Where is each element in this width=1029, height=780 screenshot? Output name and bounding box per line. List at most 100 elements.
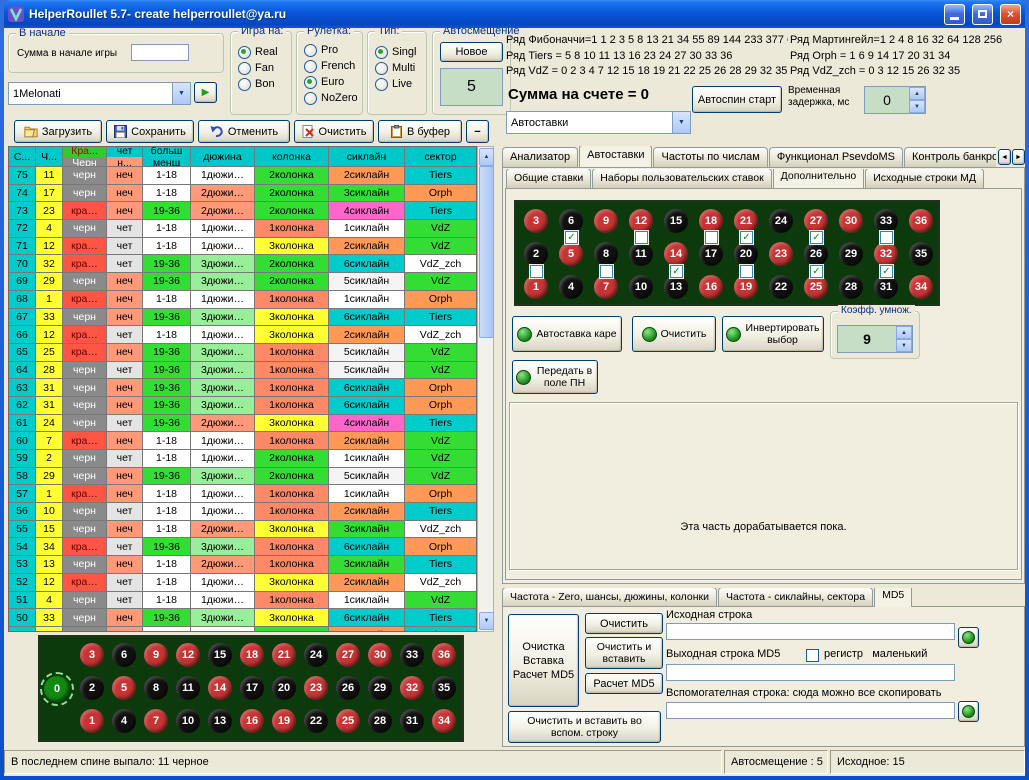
roulette-number-25[interactable]: 25 <box>804 275 828 299</box>
column-header[interactable]: сектор <box>405 147 477 167</box>
roulette-number-19[interactable]: 19 <box>734 275 758 299</box>
roulette-number-2[interactable]: 2 <box>524 242 548 266</box>
roulette-number-10[interactable]: 10 <box>176 709 200 733</box>
tab-2[interactable]: Частоты по числам <box>653 147 767 167</box>
roulette-number-17[interactable]: 17 <box>240 676 264 700</box>
tab-0[interactable]: Частота - Zero, шансы, дюжины, колонки <box>502 588 717 607</box>
number-checkbox[interactable] <box>705 231 718 244</box>
roulette-number-5[interactable]: 5 <box>112 676 136 700</box>
table-row[interactable]: 7417черннеч1-182дюжи…2колонка3сиклайнOrp… <box>9 185 476 203</box>
roulette-number-26[interactable]: 26 <box>804 242 828 266</box>
md5-aux-input[interactable] <box>666 702 955 719</box>
roulette-number-15[interactable]: 15 <box>208 643 232 667</box>
roulette-number-17[interactable]: 17 <box>699 242 723 266</box>
play-button[interactable]: ▶ <box>194 82 217 103</box>
coeff-spinbox[interactable]: 9 ▲ ▼ <box>837 325 913 353</box>
md5-aux-green-button[interactable] <box>958 701 979 722</box>
roulette-number-6[interactable]: 6 <box>112 643 136 667</box>
column-header[interactable]: четн... <box>107 147 143 167</box>
roulette-number-18[interactable]: 18 <box>240 643 264 667</box>
tab-0[interactable]: Общие ставки <box>506 169 591 188</box>
roulette-number-36[interactable]: 36 <box>432 643 456 667</box>
roulette-number-5[interactable]: 5 <box>559 242 583 266</box>
table-row[interactable]: 681кра…неч1-181дюжи…1колонка1сиклайнOrph <box>9 291 476 309</box>
minimize-button[interactable] <box>944 4 965 25</box>
roulette-number-7[interactable]: 7 <box>144 709 168 733</box>
maximize-button[interactable] <box>972 4 993 25</box>
table-row[interactable]: 5515черннеч1-182дюжи…3колонка3сиклайнVdZ… <box>9 521 476 539</box>
scrollbar-down-button[interactable]: ▼ <box>479 612 494 630</box>
scrollbar-thumb[interactable] <box>479 166 494 338</box>
table-row[interactable]: 7112кра…чет1-181дюжи…3колонка2сиклайнVdZ <box>9 238 476 256</box>
table-row[interactable]: 5033черннеч19-363дюжи…3колонка6сиклайнTi… <box>9 609 476 627</box>
table-row[interactable]: 5829черннеч19-363дюжи…2колонка5сиклайнVd… <box>9 468 476 486</box>
roulette-number-10[interactable]: 10 <box>629 275 653 299</box>
roulette-number-2[interactable]: 2 <box>80 676 104 700</box>
roulette-number-33[interactable]: 33 <box>400 643 424 667</box>
roulette-number-30[interactable]: 30 <box>839 209 863 233</box>
roulette-number-23[interactable]: 23 <box>304 676 328 700</box>
roulette-number-12[interactable]: 12 <box>629 209 653 233</box>
md5-clear-paste-button[interactable]: Очистить и вставить <box>585 637 663 669</box>
minus-button[interactable]: − <box>466 120 489 143</box>
autobet-corner-button[interactable]: Автоставка каре <box>512 316 622 352</box>
table-row[interactable]: 6733черннеч19-363дюжи…3колонка6сиклайнTi… <box>9 309 476 327</box>
tab-0[interactable]: Анализатор <box>502 147 578 167</box>
roulette-number-28[interactable]: 28 <box>368 709 392 733</box>
radio-bon[interactable]: Bon <box>231 76 291 92</box>
table-row[interactable]: 724чернчет1-181дюжи…1колонка1сиклайнVdZ <box>9 220 476 238</box>
roulette-number-13[interactable]: 13 <box>208 709 232 733</box>
number-checkbox[interactable]: ✓ <box>670 265 683 278</box>
roulette-number-31[interactable]: 31 <box>874 275 898 299</box>
table-row[interactable]: 6929черннеч19-363дюжи…2колонка5сиклайнVd… <box>9 273 476 291</box>
zero-ball[interactable]: 0 <box>44 676 70 702</box>
table-row[interactable]: 6428чернчет19-363дюжи…1колонка5сиклайнVd… <box>9 362 476 380</box>
roulette-number-16[interactable]: 16 <box>240 709 264 733</box>
md5-source-input[interactable] <box>666 623 955 640</box>
register-checkbox[interactable] <box>806 649 819 662</box>
roulette-number-18[interactable]: 18 <box>699 209 723 233</box>
roulette-number-23[interactable]: 23 <box>769 242 793 266</box>
column-header[interactable]: С... <box>9 147 36 167</box>
column-header[interactable]: большменш <box>143 147 191 167</box>
md5-calc-button[interactable]: Расчет MD5 <box>585 673 663 694</box>
roulette-number-35[interactable]: 35 <box>909 242 933 266</box>
tab-3[interactable]: Функционал PsevdoMS <box>769 147 903 167</box>
roulette-number-15[interactable]: 15 <box>664 209 688 233</box>
number-checkbox[interactable] <box>635 231 648 244</box>
roulette-number-14[interactable]: 14 <box>664 242 688 266</box>
tabs-scroll-right-button[interactable]: ► <box>1012 149 1025 165</box>
tab-3[interactable]: Исходные строки МД <box>865 169 984 188</box>
table-row[interactable]: 6124чернчет19-362дюжи…3колонка4сиклайнTi… <box>9 415 476 433</box>
radio-euro[interactable]: Euro <box>297 74 362 90</box>
preset-combo[interactable]: 1Melonati ▼ <box>8 82 191 105</box>
roulette-number-9[interactable]: 9 <box>144 643 168 667</box>
column-header[interactable]: сиклайн <box>329 147 405 167</box>
roulette-number-8[interactable]: 8 <box>144 676 168 700</box>
roulette-number-13[interactable]: 13 <box>664 275 688 299</box>
roulette-number-16[interactable]: 16 <box>699 275 723 299</box>
radio-singl[interactable]: Singl <box>368 44 426 60</box>
radio-nozero[interactable]: NoZero <box>297 90 362 106</box>
md5-clear-button[interactable]: Очистить <box>585 613 663 634</box>
roulette-number-22[interactable]: 22 <box>304 709 328 733</box>
number-checkbox[interactable]: ✓ <box>810 265 823 278</box>
radio-live[interactable]: Live <box>368 76 426 92</box>
table-row[interactable]: 5313черннеч1-182дюжи…1колонка3сиклайнTie… <box>9 556 476 574</box>
roulette-number-29[interactable]: 29 <box>368 676 392 700</box>
number-checkbox[interactable] <box>740 265 753 278</box>
table-row[interactable]: 5434кра…чет19-363дюжи…1колонка6сиклайнOr… <box>9 538 476 556</box>
column-header[interactable]: колонка <box>255 147 329 167</box>
roulette-number-27[interactable]: 27 <box>804 209 828 233</box>
scrollbar-up-button[interactable]: ▲ <box>479 148 494 166</box>
roulette-number-1[interactable]: 1 <box>80 709 104 733</box>
roulette-number-24[interactable]: 24 <box>769 209 793 233</box>
title-bar[interactable]: HelperRoullet 5.7- create helperroullet@… <box>4 0 1025 28</box>
roulette-number-8[interactable]: 8 <box>594 242 618 266</box>
clear-button[interactable]: Очистить <box>294 120 374 143</box>
autobets-combo-arrow-icon[interactable]: ▼ <box>672 112 690 133</box>
save-button[interactable]: Сохранить <box>106 120 194 143</box>
combo-arrow-icon[interactable]: ▼ <box>172 83 190 104</box>
buffer-button[interactable]: В буфер <box>378 120 462 143</box>
roulette-number-32[interactable]: 32 <box>874 242 898 266</box>
